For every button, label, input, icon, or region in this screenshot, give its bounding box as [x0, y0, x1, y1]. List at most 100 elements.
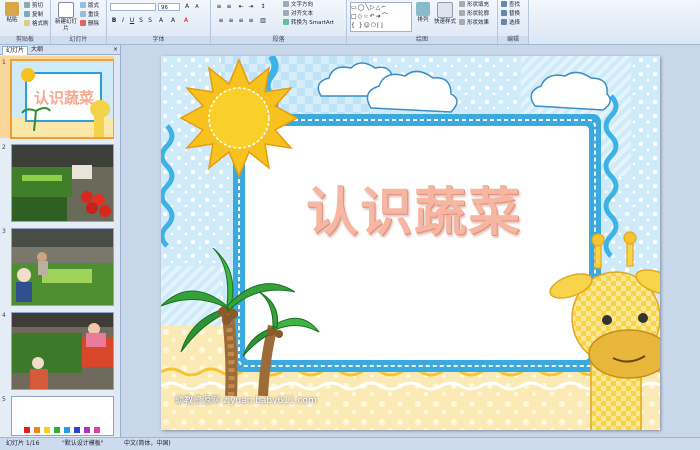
shapes-gallery[interactable]: ▭◯╲▷△⌐ □◇☆↶➜⌒{ }☺⬠⌈⌋	[350, 2, 412, 32]
status-bar: 幻灯片 1/16 "默认设计模板" 中文(简体，中国)	[0, 437, 700, 450]
select-icon	[501, 19, 507, 25]
cut-button[interactable]: 剪切	[24, 2, 43, 10]
arrange-icon	[416, 2, 430, 16]
font-group: 96 A A B I U S S A A A 字体	[107, 0, 211, 44]
current-slide[interactable]: 认识蔬菜 幼教资源网 ziyuan.baby611.com	[161, 56, 660, 430]
copy-button[interactable]: 复制	[24, 11, 43, 19]
find-button[interactable]: 查找	[501, 1, 520, 9]
paragraph-group: ≡ ≡ ⇤ ⇥ ↕ ≡ ≡ ≡ ≡ ▥ 文字方向 对齐文本 转换为 SmartA…	[211, 0, 347, 44]
cut-icon	[24, 2, 30, 8]
font-color-icon[interactable]: A	[182, 17, 190, 25]
slides-group: 新建幻灯片 版式 重设 删除 幻灯片	[51, 0, 107, 44]
strike-icon[interactable]: S	[137, 17, 145, 25]
pane-tabs: 幻灯片 大纲 ×	[0, 45, 120, 55]
layout-button[interactable]: 版式	[80, 2, 99, 10]
format-painter-button[interactable]: 格式刷	[24, 20, 49, 28]
text-direction-icon	[283, 1, 289, 7]
delete-icon	[80, 20, 86, 26]
thumbnail-4-photo	[12, 313, 113, 389]
numbering-icon[interactable]: ≡	[225, 3, 233, 11]
thumbnail-image	[11, 228, 114, 306]
replace-icon	[501, 10, 507, 16]
replace-button[interactable]: 替换	[501, 10, 520, 18]
grow-font-icon[interactable]: A	[183, 3, 191, 11]
reset-icon	[80, 11, 86, 17]
quick-styles-icon	[437, 2, 453, 18]
slide-title[interactable]: 认识蔬菜	[274, 178, 554, 248]
clipboard-group: 粘贴 剪切 复制 格式刷 剪贴板	[0, 0, 51, 44]
shadow-icon[interactable]: S	[146, 17, 154, 25]
find-icon	[501, 1, 507, 7]
status-theme: "默认设计模板"	[62, 440, 104, 447]
layout-icon	[80, 2, 86, 8]
slide-thumbnail-2[interactable]: 2	[0, 142, 120, 222]
align-center-icon[interactable]: ≡	[227, 17, 235, 25]
new-slide-button[interactable]: 新建幻灯片	[54, 2, 78, 32]
paste-icon	[5, 2, 19, 16]
text-direction-button[interactable]: 文字方向	[283, 1, 313, 9]
smartart-icon	[283, 19, 289, 25]
slides-label: 幻灯片	[51, 36, 106, 44]
copy-icon	[24, 11, 30, 17]
columns-icon[interactable]: ▥	[259, 17, 267, 25]
quick-styles-button[interactable]: 快速样式	[433, 2, 457, 32]
thumbnail-image	[11, 396, 114, 436]
editing-group: 查找 替换 选择 编辑	[498, 0, 529, 44]
font-label: 字体	[107, 36, 210, 44]
new-slide-icon	[58, 2, 74, 18]
paste-button[interactable]: 粘贴	[2, 2, 22, 32]
font-name-combo[interactable]	[110, 3, 156, 11]
thumbnail-image: 认识蔬菜	[10, 59, 115, 139]
thumbnail-3-photo	[12, 229, 113, 305]
drawing-label: 绘图	[347, 36, 497, 44]
drawing-group: ▭◯╲▷△⌐ □◇☆↶➜⌒{ }☺⬠⌈⌋ 排列 快速样式 形状填充 形状轮廓 形状…	[347, 0, 498, 44]
slide-thumbnail-4[interactable]: 4	[0, 310, 120, 390]
smartart-button[interactable]: 转换为 SmartArt	[283, 19, 334, 27]
delete-button[interactable]: 删除	[80, 20, 99, 28]
slide-editing-area: 认识蔬菜 幼教资源网 ziyuan.baby611.com	[121, 45, 700, 437]
shape-effects-button[interactable]: 形状效果	[459, 19, 489, 27]
font-size-combo[interactable]: 96	[158, 3, 180, 11]
thumbnail-number: 1	[2, 59, 6, 66]
status-language: 中文(简体，中国)	[124, 440, 171, 447]
thumbnail-number: 2	[2, 144, 6, 151]
align-right-icon[interactable]: ≡	[237, 17, 245, 25]
close-pane-icon[interactable]: ×	[110, 46, 121, 54]
thumbnail-5-art	[12, 397, 113, 435]
spacing-icon[interactable]: A	[157, 17, 165, 25]
slide-thumbnail-3[interactable]: 3	[0, 226, 120, 306]
increase-indent-icon[interactable]: ⇥	[247, 3, 255, 11]
underline-icon[interactable]: U	[128, 17, 136, 25]
shrink-font-icon[interactable]: A	[193, 3, 201, 11]
effects-icon	[459, 19, 465, 25]
paragraph-label: 段落	[211, 36, 346, 44]
svg-text:认识蔬菜: 认识蔬菜	[34, 89, 94, 107]
ribbon: 粘贴 剪切 复制 格式刷 剪贴板 新建幻灯片 版式 重设 删除 幻灯片 96 A…	[0, 0, 700, 45]
arrange-button[interactable]: 排列	[413, 2, 433, 32]
thumbnail-number: 5	[2, 396, 6, 403]
thumbnail-image	[11, 144, 114, 222]
tab-slides[interactable]: 幻灯片	[2, 46, 29, 55]
slide-thumbnail-5[interactable]: 5	[0, 394, 120, 436]
italic-icon[interactable]: I	[119, 17, 127, 25]
outline-icon	[459, 10, 465, 16]
thumbnail-number: 4	[2, 312, 6, 319]
change-case-icon[interactable]: A	[169, 17, 177, 25]
align-text-button[interactable]: 对齐文本	[283, 10, 313, 18]
reset-button[interactable]: 重设	[80, 11, 99, 19]
tab-outline[interactable]: 大纲	[28, 46, 46, 54]
shape-outline-button[interactable]: 形状轮廓	[459, 10, 489, 18]
bold-icon[interactable]: B	[110, 17, 118, 25]
slides-pane: 幻灯片 大纲 × 1 认识蔬菜 2 3 4 5	[0, 45, 121, 437]
line-spacing-icon[interactable]: ↕	[259, 3, 267, 11]
justify-icon[interactable]: ≡	[247, 17, 255, 25]
select-button[interactable]: 选择	[501, 19, 520, 27]
slide-thumbnail-1[interactable]: 1 认识蔬菜	[0, 56, 120, 139]
pane-scrollbar[interactable]	[114, 55, 120, 435]
decrease-indent-icon[interactable]: ⇤	[237, 3, 245, 11]
shape-fill-button[interactable]: 形状填充	[459, 1, 489, 9]
status-slide-index: 幻灯片 1/16	[6, 440, 40, 447]
align-left-icon[interactable]: ≡	[217, 17, 225, 25]
bullets-icon[interactable]: ≡	[215, 3, 223, 11]
align-text-icon	[283, 10, 289, 16]
